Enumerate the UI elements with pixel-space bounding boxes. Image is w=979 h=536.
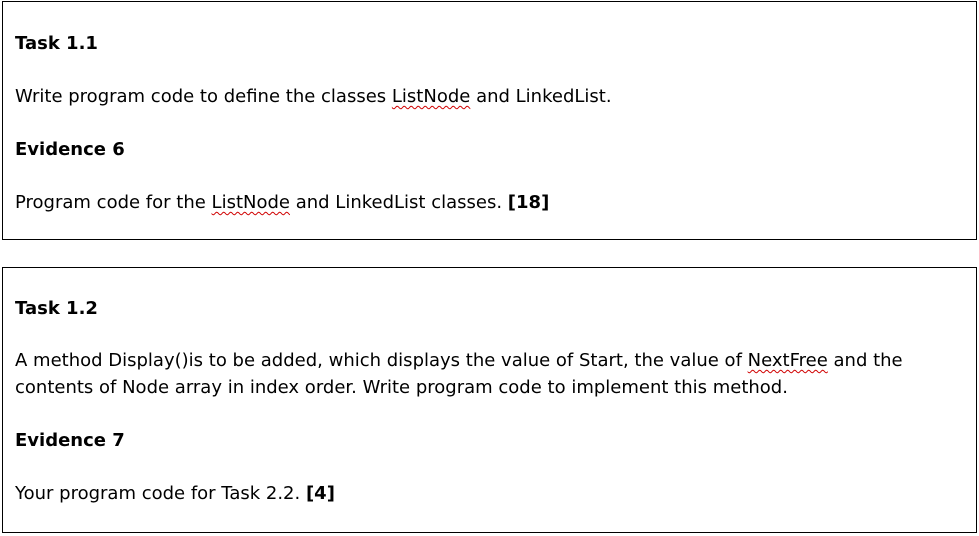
marks-label: [4] [305,483,335,504]
task-1-1-box: Task 1.1 Write program code to define th… [2,1,977,240]
evidence-description-text: Program code for the [15,192,212,213]
task-description-text: and LinkedList. [470,86,612,107]
task-heading: Task 1.2 [15,298,98,319]
task-description-text: A method Display()is to be added, which … [15,350,748,371]
evidence-heading: Evidence 6 [15,139,125,160]
task-description: A method Display()is to be added, which … [15,347,970,401]
spellcheck-flagged-word[interactable]: NextFree [748,350,828,371]
spellcheck-flagged-word[interactable]: ListNode [392,86,470,107]
task-description: Write program code to define the classes… [15,83,970,110]
task-1-2-box: Task 1.2 A method Display()is to be adde… [2,267,977,533]
evidence-heading: Evidence 7 [15,430,125,451]
evidence-description: Program code for the ListNode and Linked… [15,189,970,216]
task-description-text: Write program code to define the classes [15,86,392,107]
spellcheck-flagged-word[interactable]: ListNode [212,192,290,213]
evidence-description-text: and LinkedList classes. [290,192,508,213]
marks-label: [18] [507,192,550,213]
task-heading: Task 1.1 [15,33,98,54]
evidence-description: Your program code for Task 2.2. [4] [15,480,970,507]
evidence-description-text: Your program code for Task 2.2. [15,483,306,504]
